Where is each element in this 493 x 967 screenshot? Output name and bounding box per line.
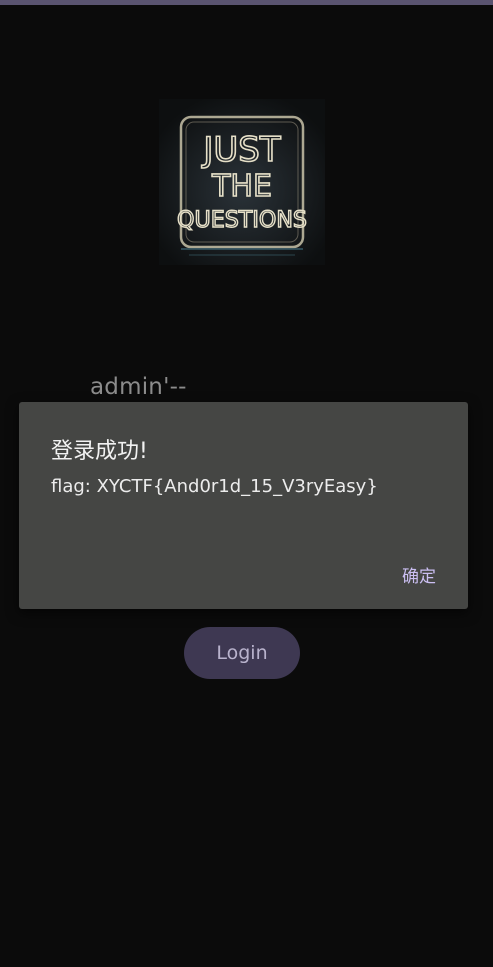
dialog-title: 登录成功! xyxy=(51,439,148,464)
neon-sign-logo: JUST THE QUESTIONS xyxy=(159,99,325,265)
login-button[interactable]: Login xyxy=(184,627,300,679)
dialog-message: flag: XYCTF{And0r1d_15_V3ryEasy} xyxy=(51,476,378,497)
app-screen: JUST THE QUESTIONS admin'-- Login 登录成功! … xyxy=(0,0,493,967)
dialog-ok-button[interactable]: 确定 xyxy=(402,562,436,587)
alert-dialog: 登录成功! flag: XYCTF{And0r1d_15_V3ryEasy} 确… xyxy=(19,402,468,609)
logo-line-just: JUST xyxy=(201,130,280,170)
status-bar-strip xyxy=(0,0,493,5)
logo-line-the: THE xyxy=(211,169,272,204)
username-input[interactable]: admin'-- xyxy=(90,374,187,400)
app-logo: JUST THE QUESTIONS xyxy=(159,99,325,265)
logo-line-questions: QUESTIONS xyxy=(177,208,307,233)
